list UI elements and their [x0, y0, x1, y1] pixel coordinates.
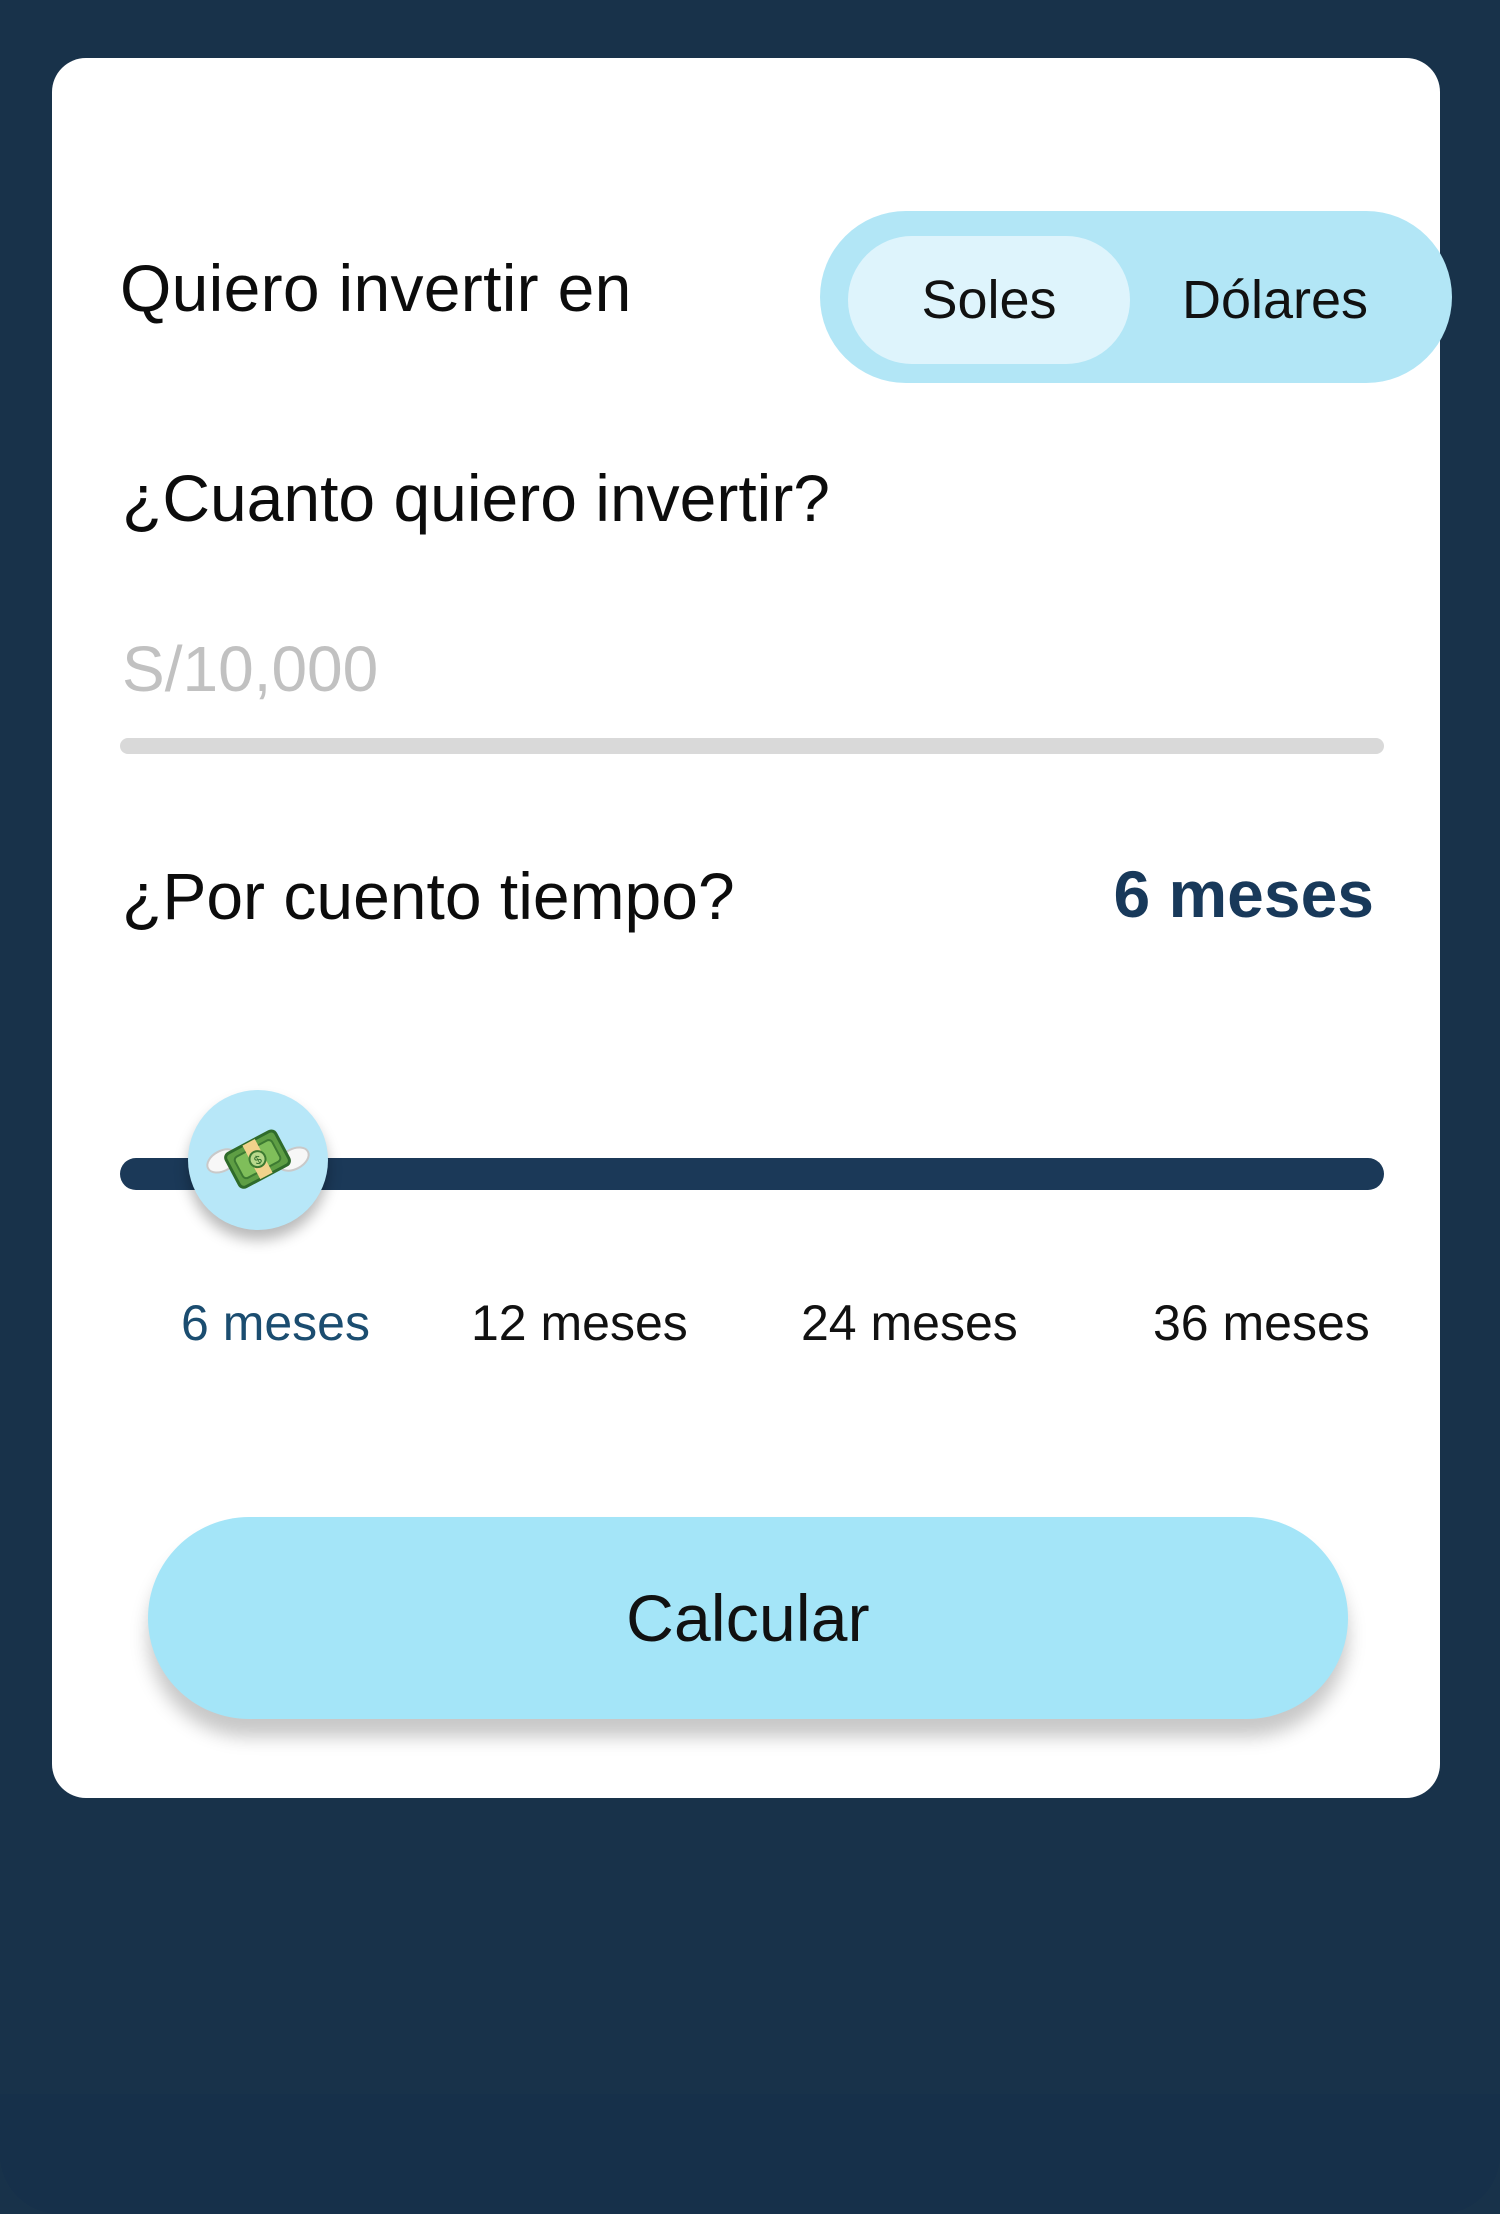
amount-label: ¿Cuanto quiero invertir?: [122, 461, 831, 535]
bottom-screen-area: [0, 2094, 1500, 2214]
investment-card: Quiero invertir en Soles Dólares ¿Cuanto…: [52, 58, 1452, 1798]
term-option-12-months[interactable]: 12 meses: [471, 1298, 688, 1348]
currency-row: Quiero invertir en Soles Dólares: [120, 208, 1452, 383]
currency-label: Quiero invertir en: [120, 251, 632, 325]
currency-toggle: Soles Dólares: [820, 211, 1452, 383]
currency-option-dolares[interactable]: Dólares: [1134, 236, 1416, 364]
selected-term-value: 6 meses: [1113, 857, 1374, 931]
term-slider-thumb[interactable]: $: [188, 1090, 328, 1230]
calculate-button[interactable]: Calcular: [148, 1517, 1348, 1719]
amount-input[interactable]: [122, 630, 1384, 708]
amount-underline: [120, 738, 1384, 754]
money-with-wings-icon: $: [206, 1129, 310, 1189]
term-label: ¿Por cuento tiempo?: [122, 859, 735, 933]
term-option-6-months[interactable]: 6 meses: [181, 1298, 370, 1348]
term-option-36-months[interactable]: 36 meses: [1153, 1298, 1370, 1348]
term-option-24-months[interactable]: 24 meses: [801, 1298, 1018, 1348]
currency-option-soles[interactable]: Soles: [848, 236, 1130, 364]
